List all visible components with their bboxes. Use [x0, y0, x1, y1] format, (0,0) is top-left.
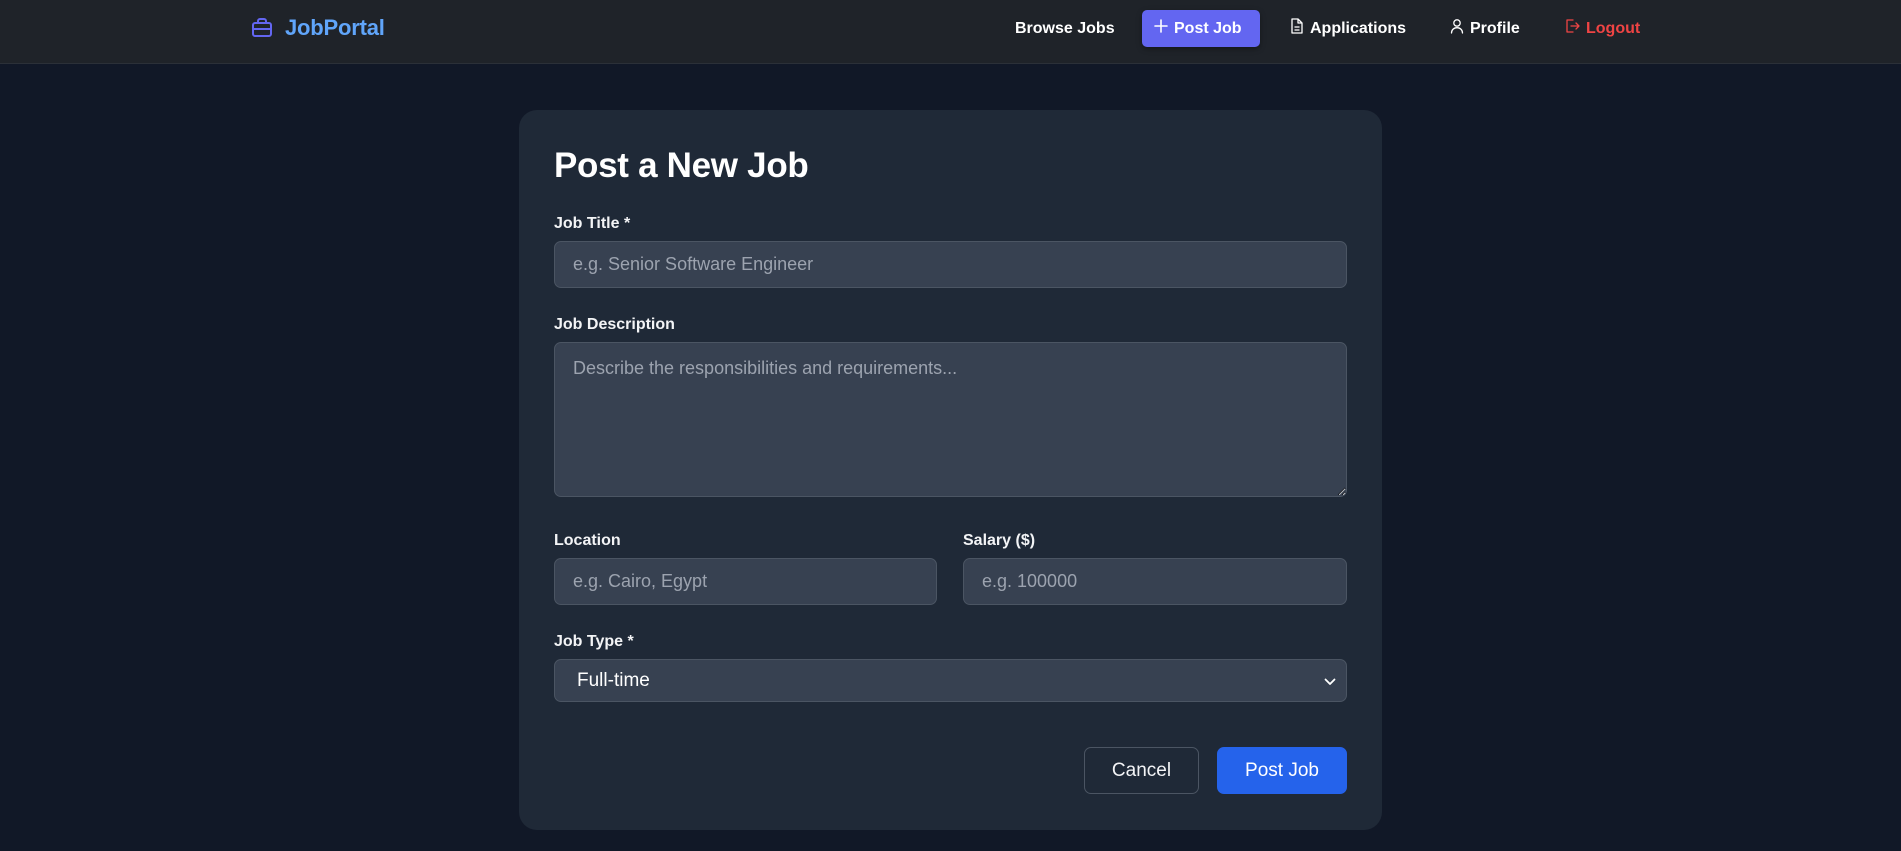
- briefcase-icon: [249, 15, 275, 41]
- post-job-button[interactable]: Post Job: [1217, 747, 1347, 794]
- brand-name: JobPortal: [285, 15, 385, 40]
- job-type-label: Job Type *: [554, 633, 634, 650]
- nav-logout-label: Logout: [1586, 19, 1641, 37]
- nav-logout[interactable]: Logout: [1553, 10, 1652, 47]
- top-navbar: JobPortal Browse Jobs Post Job Applicati: [0, 0, 1901, 64]
- post-job-form-card: Post a New Job Job Title * Job Descripti…: [519, 110, 1382, 830]
- nav-post-job[interactable]: Post Job: [1142, 10, 1260, 47]
- page-title: Post a New Job: [554, 146, 809, 185]
- job-title-label: Job Title *: [554, 215, 631, 232]
- document-icon: [1290, 18, 1304, 39]
- nav-post-job-label: Post Job: [1174, 19, 1242, 37]
- job-type-selected-value: Full-time: [577, 669, 650, 691]
- brand-logo[interactable]: JobPortal: [249, 14, 385, 42]
- salary-label: Salary ($): [963, 532, 1036, 549]
- location-label: Location: [554, 532, 621, 549]
- salary-input[interactable]: [963, 558, 1347, 605]
- cancel-button[interactable]: Cancel: [1084, 747, 1199, 794]
- nav-browse-jobs-label: Browse Jobs: [1015, 19, 1115, 37]
- nav-profile-label: Profile: [1470, 19, 1520, 37]
- plus-icon: [1154, 19, 1168, 38]
- user-icon: [1450, 18, 1464, 39]
- nav-applications-label: Applications: [1310, 19, 1407, 37]
- nav-browse-jobs[interactable]: Browse Jobs: [1003, 10, 1127, 47]
- chevron-down-icon: [1324, 670, 1336, 692]
- job-description-label: Job Description: [554, 316, 675, 333]
- job-description-textarea[interactable]: [554, 342, 1347, 497]
- job-type-select[interactable]: Full-time: [554, 659, 1347, 702]
- location-input[interactable]: [554, 558, 937, 605]
- nav-profile[interactable]: Profile: [1438, 10, 1532, 47]
- job-title-input[interactable]: [554, 241, 1347, 288]
- logout-icon: [1565, 18, 1580, 39]
- nav-applications[interactable]: Applications: [1278, 10, 1418, 47]
